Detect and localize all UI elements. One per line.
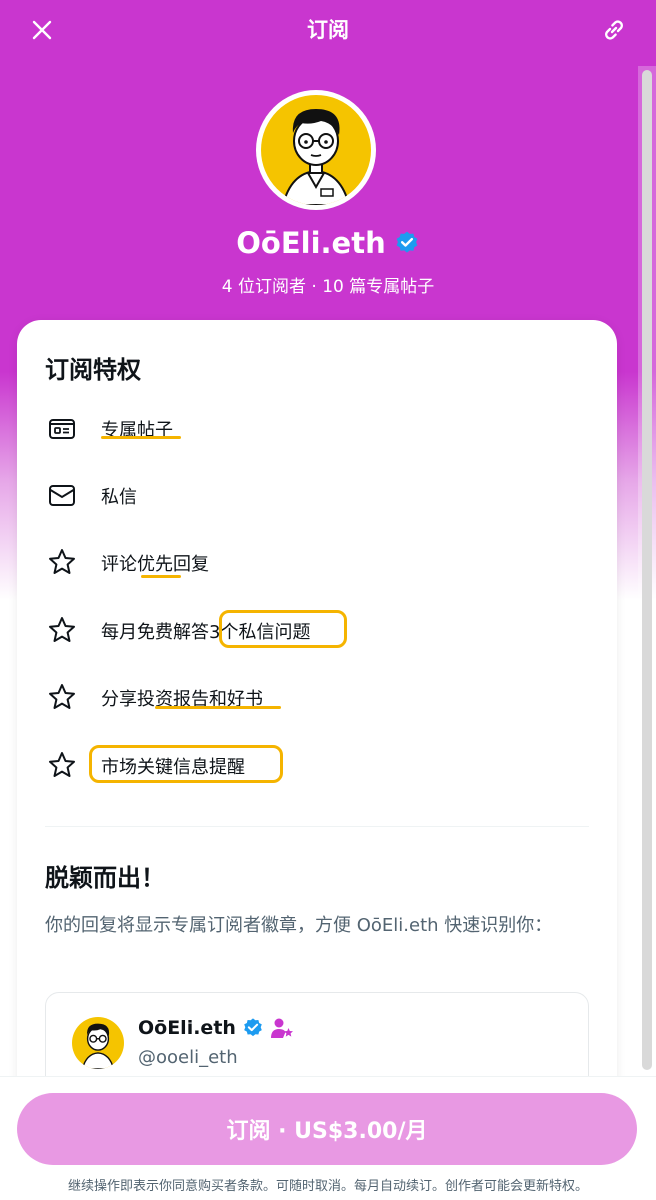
standout-description: 你的回复将显示专属订阅者徽章，方便 OōEli.eth 快速识别你： [45,915,553,936]
perk-item: 分享投资报告和好书 [45,677,263,717]
mail-icon [45,478,79,512]
preview-handle: @ooeli_eth [138,1047,238,1068]
perk-item: 私信 [45,475,137,515]
profile-name: OōEli.eth [236,226,386,260]
perk-label: 私信 [101,487,137,508]
highlight-underline [141,575,181,578]
highlight-box [89,745,283,783]
star-icon [45,748,79,782]
perks-card: 订阅特权 专属帖子 私信 评论优先回复 每月免费解答3个私信问题 分享投资报告和… [17,320,617,1112]
post-card-icon [45,411,79,445]
star-icon [45,545,79,579]
highlight-box [219,610,347,648]
preview-avatar [72,1017,124,1069]
profile-name-row: OōEli.eth [0,226,656,260]
preview-name-row: OōEli.eth [138,1017,294,1039]
top-bar: 订阅 [0,0,656,64]
bottom-bar: 订阅 · US$3.00/月 继续操作即表示你同意购买者条款。可随时取消。每月自… [0,1076,656,1200]
perks-title: 订阅特权 [45,356,141,384]
cartoon-avatar-image [281,109,351,205]
link-icon [605,20,623,40]
highlight-underline [101,436,181,439]
cartoon-avatar-image [81,1023,115,1069]
page-title: 订阅 [307,18,349,42]
perk-item: 市场关键信息提醒 [45,745,245,785]
standout-title: 脱颖而出！ [45,864,165,892]
perk-item: 每月免费解答3个私信问题 [45,610,310,650]
copy-link-button[interactable] [596,12,632,48]
subscriber-badge-icon [270,1018,293,1038]
perk-item: 专属帖子 [45,408,173,448]
terms-text: 继续操作即表示你同意购买者条款。可随时取消。每月自动续订。创作者可能会更新特权。 [67,1179,588,1194]
perk-item: 评论优先回复 [45,542,209,582]
highlight-underline [155,706,281,709]
star-icon [45,613,79,647]
subscribe-button[interactable]: 订阅 · US$3.00/月 [17,1093,637,1165]
profile-avatar[interactable] [256,90,376,210]
star-icon [45,680,79,714]
perk-label: 评论优先回复 [101,554,209,575]
verified-badge-icon [396,231,418,253]
verified-badge-icon [244,1018,262,1037]
subscriber-stats: 4 位订阅者 · 10 篇专属帖子 [221,277,435,297]
preview-name: OōEli.eth [138,1017,236,1039]
scrollbar-thumb[interactable] [642,70,652,1070]
divider [45,826,589,827]
